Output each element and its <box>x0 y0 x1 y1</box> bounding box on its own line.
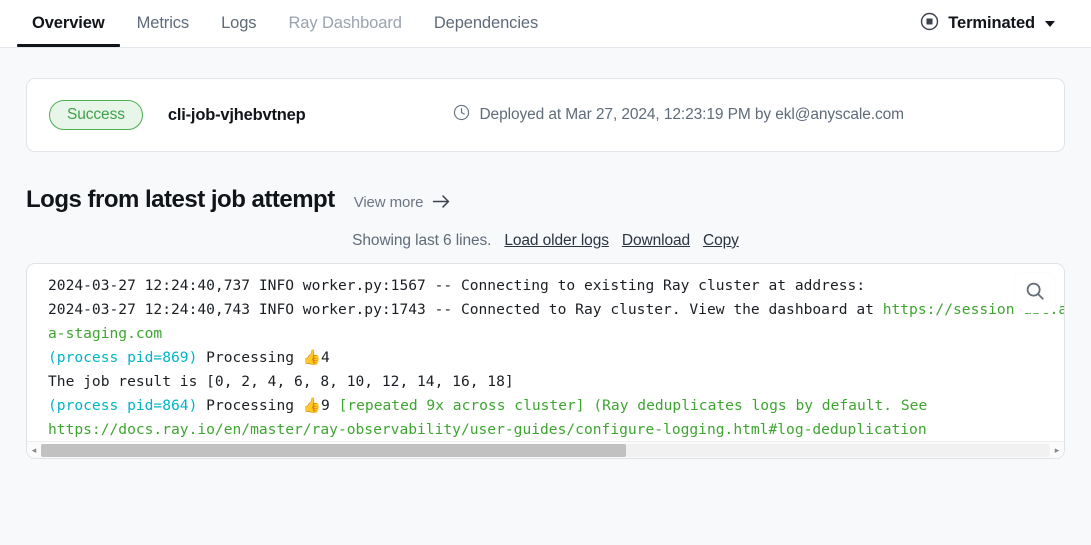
tab-bar: Overview Metrics Logs Ray Dashboard Depe… <box>0 0 1091 48</box>
scrollbar-track[interactable] <box>41 443 1050 457</box>
download-logs-link[interactable]: Download <box>622 232 690 250</box>
scroll-left-arrow-icon[interactable]: ◂ <box>27 445 41 456</box>
log-segment: 4 <box>320 349 330 366</box>
tab-ray-dashboard[interactable]: Ray Dashboard <box>272 0 417 47</box>
tab-dependencies-label: Dependencies <box>433 14 539 32</box>
tab-logs[interactable]: Logs <box>205 0 272 47</box>
chevron-down-icon <box>1045 20 1055 27</box>
tab-metrics-label: Metrics <box>136 14 190 32</box>
log-segment: lt. See <box>865 397 928 414</box>
job-summary-card: Success cli-job-vjhebvtnep Deployed at M… <box>26 78 1065 152</box>
tab-list: Overview Metrics Logs Ray Dashboard Depe… <box>16 0 554 47</box>
log-segment: 👍 <box>302 397 321 414</box>
stop-circle-icon <box>920 12 939 36</box>
logs-section-header: Logs from latest job attempt View more <box>26 186 1065 214</box>
log-segment: 👍 <box>302 349 321 366</box>
log-line: (process pid=864) Processing 👍9 [repeate… <box>48 394 1064 418</box>
log-segment: ication <box>865 421 927 438</box>
log-line: The job result is [0, 2, 4, 6, 8, 10, 12… <box>48 370 1064 394</box>
log-line: (process pid=869) Processing 👍4 <box>48 346 1064 370</box>
log-segment: 9 <box>320 397 339 414</box>
search-icon <box>1024 280 1046 307</box>
status-badge: Success <box>49 100 143 130</box>
log-output-box: 2024-03-27 12:24:40,737 INFO worker.py:1… <box>26 263 1065 459</box>
showing-lines-text: Showing last 6 lines. <box>352 232 492 249</box>
log-line: 2024-03-27 12:24:40,737 INFO worker.py:1… <box>48 274 1064 298</box>
tab-logs-label: Logs <box>221 14 257 32</box>
tab-ray-dashboard-label: Ray Dashboard <box>288 14 402 32</box>
load-older-logs-link[interactable]: Load older logs <box>504 232 609 250</box>
log-segment: a-staging.com <box>48 325 163 342</box>
log-toolbar: Showing last 6 lines. Load older logs Do… <box>26 232 1065 250</box>
tab-dependencies[interactable]: Dependencies <box>418 0 554 47</box>
clock-icon <box>453 104 470 126</box>
log-search-button[interactable] <box>1015 273 1055 313</box>
log-lines: 2024-03-27 12:24:40,737 INFO worker.py:1… <box>27 264 1064 442</box>
log-horizontal-scrollbar[interactable]: ◂ ▸ <box>27 441 1064 458</box>
log-segment: t <box>865 301 883 318</box>
view-more-link[interactable]: View more <box>354 194 452 211</box>
copy-logs-link[interactable]: Copy <box>703 232 739 250</box>
status-dropdown[interactable]: Terminated <box>920 0 1075 47</box>
log-segment: Processing <box>197 349 303 366</box>
log-segment: (process pid=864) <box>48 397 198 414</box>
deploy-info: Deployed at Mar 27, 2024, 12:23:19 PM by… <box>453 104 904 126</box>
deploy-text: Deployed at Mar 27, 2024, 12:23:19 PM by… <box>479 106 904 123</box>
job-name: cli-job-vjhebvtnep <box>167 105 306 124</box>
log-line: https://docs.ray.io/en/master/ray-observ… <box>48 418 1064 442</box>
log-line: a-staging.com <box>48 322 1064 346</box>
scroll-right-arrow-icon[interactable]: ▸ <box>1050 445 1064 456</box>
log-segment: ess: <box>829 277 874 294</box>
log-segment: 2024-03-27 12:24:40,737 INFO worker.py:1… <box>48 277 830 294</box>
arrow-right-icon <box>432 194 451 213</box>
tab-overview-label: Overview <box>32 14 105 32</box>
log-segment: The job result is [0, 2, 4, 6, 8, 10, 12… <box>48 373 514 390</box>
log-segment: (process pid=869) <box>48 349 198 366</box>
view-more-label: View more <box>353 194 424 211</box>
log-segment: Processing <box>197 397 303 414</box>
status-label: Terminated <box>948 14 1035 32</box>
page-title: Logs from latest job attempt <box>26 186 335 213</box>
page-content: Success cli-job-vjhebvtnep Deployed at M… <box>0 78 1091 459</box>
tab-metrics[interactable]: Metrics <box>121 0 205 47</box>
log-segment: https://docs.ray.io/en/master/ray-observ… <box>48 421 866 438</box>
log-segment: [repeated 9x across cluster] (Ray dedupl… <box>338 397 866 414</box>
log-segment: 2024-03-27 12:24:40,743 INFO worker.py:1… <box>48 301 866 318</box>
log-line: 2024-03-27 12:24:40,743 INFO worker.py:1… <box>48 298 1064 322</box>
scrollbar-thumb[interactable] <box>41 443 627 457</box>
tab-overview[interactable]: Overview <box>16 0 121 47</box>
